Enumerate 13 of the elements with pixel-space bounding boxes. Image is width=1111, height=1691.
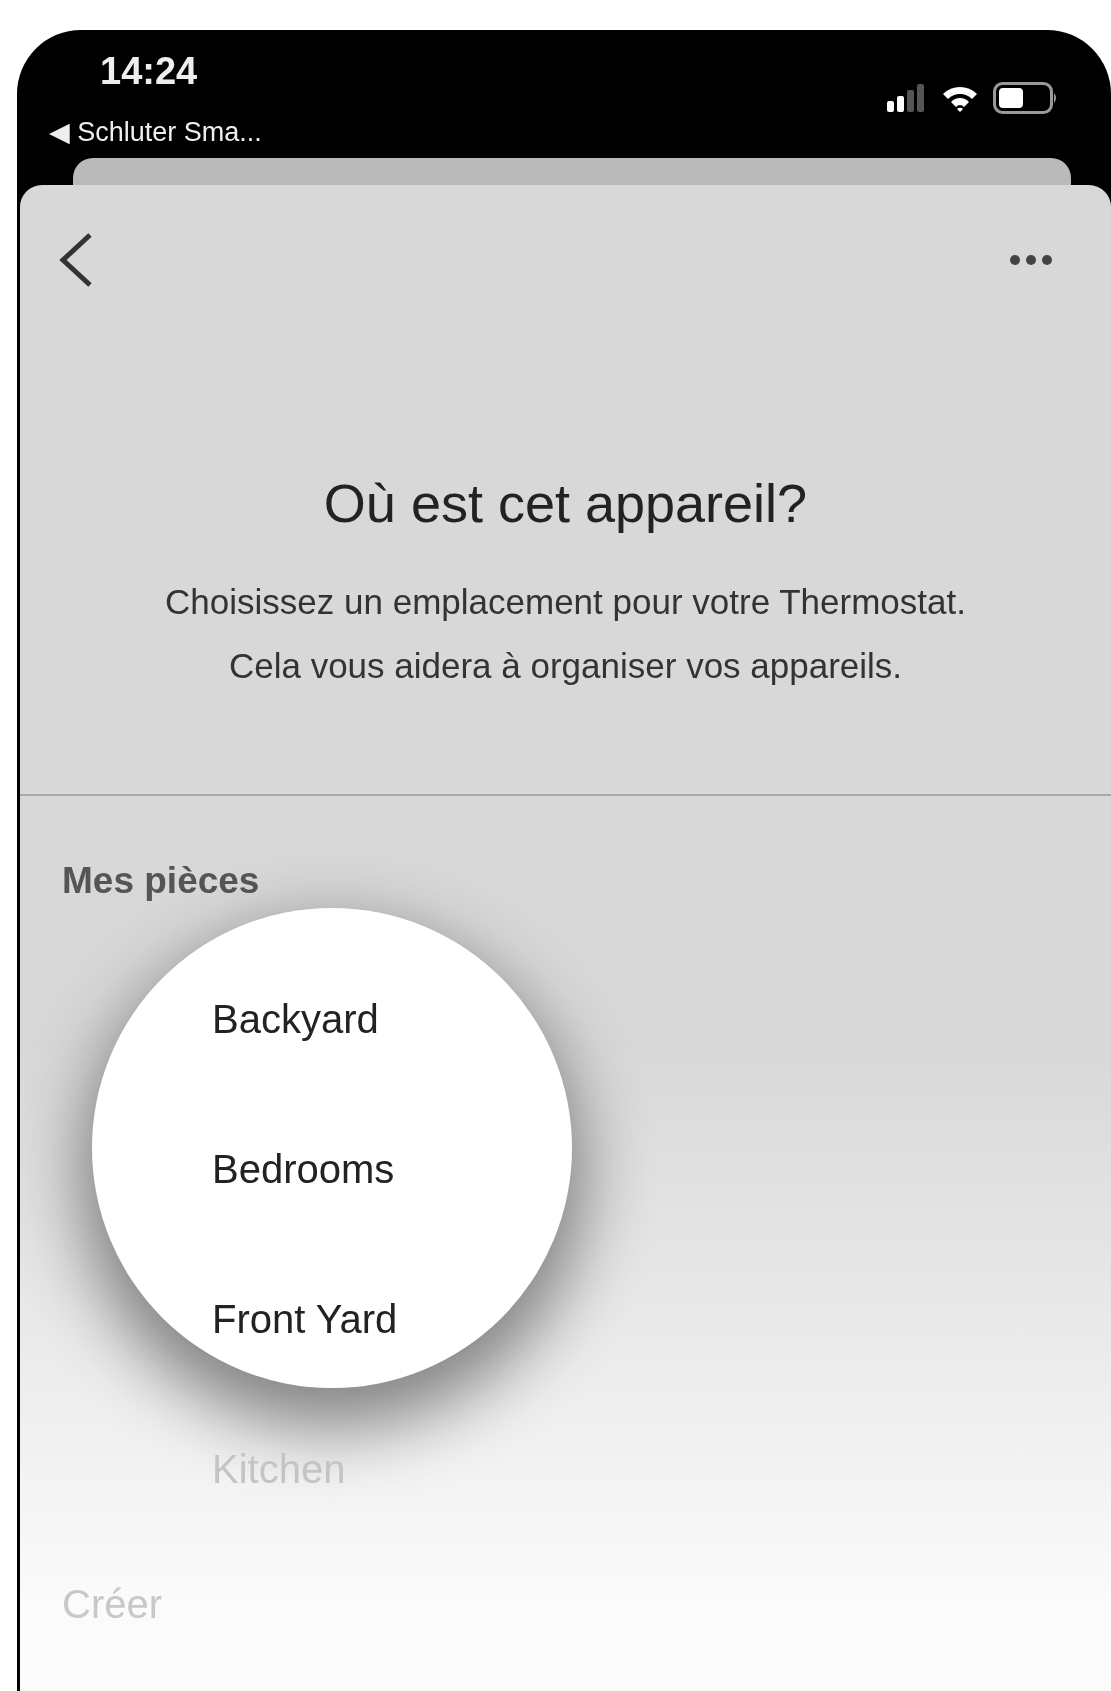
more-options-icon[interactable] <box>1009 254 1053 266</box>
page-title: Où est cet appareil? <box>322 472 809 535</box>
description-text: Choisissez un emplacement pour votre Thermostat. Cela vous aidera à organiser vos appareils. <box>164 581 967 687</box>
battery-icon <box>993 82 1059 114</box>
signal-icon <box>887 83 927 113</box>
wifi-icon <box>941 84 979 112</box>
back-chevron-icon[interactable] <box>58 232 94 288</box>
room-item[interactable]: Backyard <box>212 996 379 1042</box>
status-time: 14:24 <box>100 50 198 93</box>
room-item[interactable]: Front Yard <box>212 1296 398 1342</box>
section-heading: Mes pièces <box>62 859 261 903</box>
back-to-app-link[interactable]: ◀ Schluter Sma... <box>49 116 262 148</box>
room-item[interactable]: Bedrooms <box>212 1146 395 1192</box>
